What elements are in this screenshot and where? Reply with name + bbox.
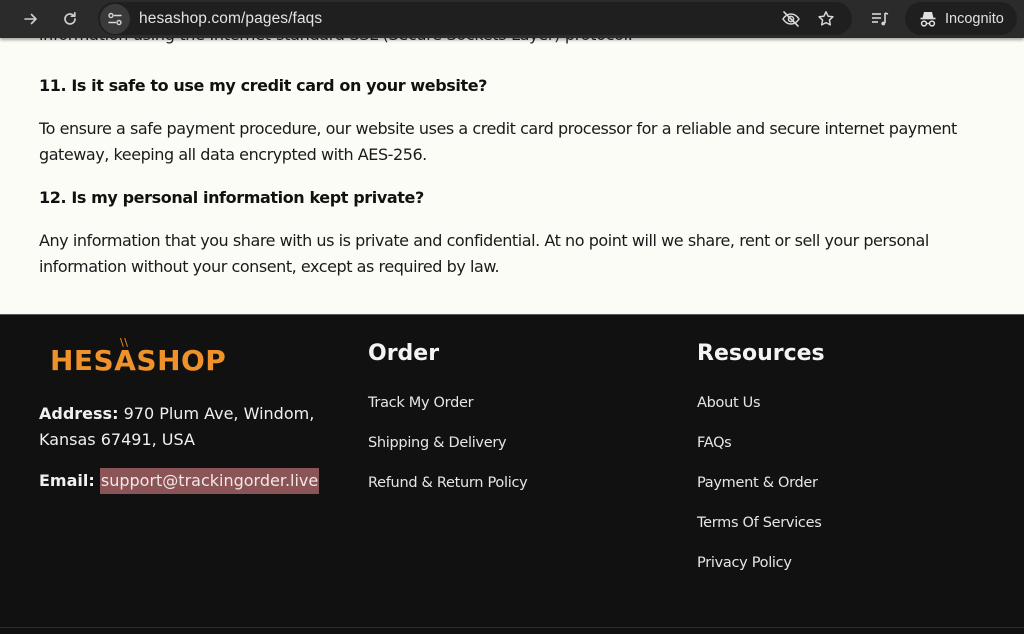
faq-answer-12: Any information that you share with us i…: [39, 231, 929, 276]
forward-button[interactable]: [18, 6, 44, 32]
logo-spark-icon: \\: [120, 336, 129, 349]
incognito-indicator[interactable]: Incognito: [905, 2, 1017, 35]
bookmark-button[interactable]: [815, 8, 837, 30]
star-icon: [818, 11, 834, 26]
hesashop-logo[interactable]: \\ HESASHOP: [50, 336, 227, 377]
logo-text: HESASHOP: [50, 344, 227, 377]
footer-divider: [0, 627, 1024, 628]
resources-links: About Us FAQs Payment & Order Terms Of S…: [697, 395, 822, 595]
faq-section: information using the Internet-standard …: [0, 25, 1024, 314]
site-info-button[interactable]: [100, 4, 130, 34]
footer-link-privacy-policy[interactable]: Privacy Policy: [697, 555, 821, 595]
footer-link-refund-return-policy[interactable]: Refund & Return Policy: [368, 475, 528, 515]
footer-link-terms-of-services[interactable]: Terms Of Services: [697, 515, 822, 555]
address-label: Address:: [39, 404, 119, 423]
faq-question-11: 11. Is it safe to use my credit card on …: [39, 76, 488, 95]
incognito-label: Incognito: [945, 10, 1004, 27]
faq-answer-11: To ensure a safe payment procedure, our …: [39, 119, 957, 164]
eye-slash-icon: [782, 11, 800, 27]
browser-toolbar: hesashop.com/pages/faqs Incognito: [0, 0, 1024, 38]
footer-link-faqs[interactable]: FAQs: [697, 435, 821, 475]
footer-link-shipping-delivery[interactable]: Shipping & Delivery: [368, 435, 527, 475]
address-bar[interactable]: hesashop.com/pages/faqs: [98, 2, 852, 35]
order-links: Track My Order Shipping & Delivery Refun…: [368, 395, 528, 515]
arrow-right-icon: [24, 13, 37, 25]
tracking-protection-button[interactable]: [780, 8, 802, 30]
resources-column-title: Resources: [697, 341, 825, 366]
email-label: Email:: [39, 471, 95, 490]
footer-link-about-us[interactable]: About Us: [697, 395, 821, 435]
tune-sliders-icon: [108, 12, 122, 26]
footer-email: Email: support@trackingorder.live: [39, 468, 320, 494]
reload-button[interactable]: [57, 6, 83, 32]
url-text[interactable]: hesashop.com/pages/faqs: [139, 10, 322, 28]
faq-question-12: 12. Is my personal information kept priv…: [39, 188, 424, 207]
footer-link-payment-order[interactable]: Payment & Order: [697, 475, 821, 515]
order-column-title: Order: [368, 341, 440, 366]
footer-link-track-my-order[interactable]: Track My Order: [368, 395, 527, 435]
site-footer: \\ HESASHOP Address: 970 Plum Ave, Windo…: [0, 314, 1024, 629]
media-controls-button[interactable]: [867, 6, 893, 32]
incognito-icon: [920, 11, 936, 27]
playlist-music-icon: [872, 12, 889, 26]
email-link[interactable]: support@trackingorder.live: [99, 468, 320, 494]
footer-address: Address: 970 Plum Ave, Windom, Kansas 67…: [39, 401, 339, 453]
reload-icon: [64, 11, 76, 25]
